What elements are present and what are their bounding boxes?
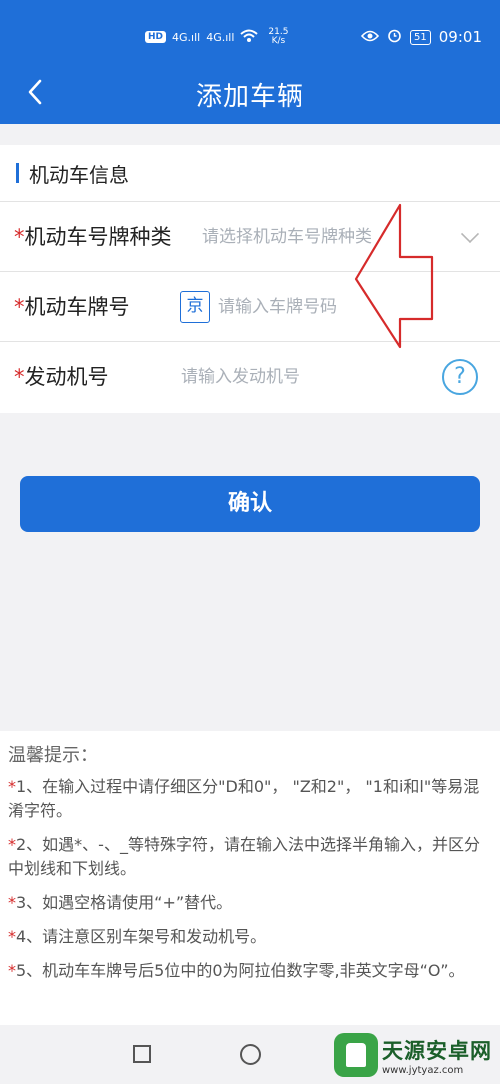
- chevron-down-icon[interactable]: [460, 224, 480, 244]
- tip-text: 2、如遇*、-、_等特殊字符，请在输入法中选择半角输入，并区分中划线和下划线。: [8, 835, 480, 878]
- engine-number-label-text: 发动机号: [24, 365, 109, 389]
- tip-star: *: [8, 927, 16, 946]
- tip-star: *: [8, 835, 16, 854]
- tip-text: 3、如遇空格请使用“+”替代。: [16, 893, 233, 912]
- tip-item: *5、机动车车牌号后5位中的0为阿拉伯数字零,非英文字母“O”。: [8, 959, 490, 983]
- status-left: HD 4G.ıll 4G.ıll 21.5 K/s: [145, 26, 288, 48]
- engine-number-label: *发动机号: [14, 342, 109, 412]
- hd-badge: HD: [145, 31, 167, 43]
- plate-province-prefix[interactable]: 京: [180, 291, 210, 323]
- page-title: 添加车辆: [195, 82, 304, 112]
- tip-item: *1、在输入过程中请仔细区分"D和0"， "Z和2"， "1和i和l"等易混淆字…: [8, 775, 490, 823]
- required-marker: *: [14, 365, 25, 389]
- tips-panel: 温馨提示： *1、在输入过程中请仔细区分"D和0"， "Z和2"， "1和i和l…: [0, 731, 500, 1025]
- tip-text: 4、请注意区别车架号和发动机号。: [16, 927, 267, 946]
- android-logo-icon: [334, 1033, 378, 1077]
- section-title-label: 机动车信息: [29, 162, 129, 187]
- eye-icon: [360, 28, 380, 46]
- section-title: 机动车信息: [16, 161, 129, 187]
- confirm-button[interactable]: 确认: [20, 476, 480, 532]
- clock-time: 09:01: [438, 28, 482, 46]
- wifi-icon: [240, 29, 259, 46]
- watermark-name: 天源安卓网: [382, 1038, 492, 1063]
- tip-item: *2、如遇*、-、_等特殊字符，请在输入法中选择半角输入，并区分中划线和下划线。: [8, 833, 490, 881]
- tip-text: 1、在输入过程中请仔细区分"D和0"， "Z和2"， "1和i和l"等易混淆字符…: [8, 777, 480, 820]
- section-accent-bar: [16, 163, 19, 183]
- alarm-icon: [387, 28, 402, 47]
- watermark: 天源安卓网 www.jytyaz.com: [334, 1033, 492, 1077]
- tip-text: 5、机动车车牌号后5位中的0为阿拉伯数字零,非英文字母“O”。: [16, 961, 465, 980]
- battery-icon: 51: [410, 29, 431, 45]
- tip-star: *: [8, 893, 16, 912]
- plate-type-label: *机动车号牌种类: [14, 202, 172, 272]
- signal-icon: 4G.ıll: [206, 30, 235, 44]
- annotation-arrow-icon: [354, 203, 434, 349]
- plate-number-label-text: 机动车牌号: [24, 295, 130, 319]
- required-marker: *: [14, 295, 25, 319]
- help-icon[interactable]: ?: [442, 359, 478, 395]
- tips-title: 温馨提示：: [8, 745, 98, 766]
- network-speed-unit: K/s: [271, 36, 286, 46]
- tip-star: *: [8, 961, 16, 980]
- tip-star: *: [8, 777, 16, 796]
- tip-item: *4、请注意区别车架号和发动机号。: [8, 925, 490, 949]
- home-button[interactable]: [240, 1044, 261, 1065]
- watermark-text: 天源安卓网 www.jytyaz.com: [382, 1035, 492, 1076]
- required-marker: *: [14, 225, 25, 249]
- tip-item: *3、如遇空格请使用“+”替代。: [8, 891, 490, 915]
- plate-number-label: *机动车牌号: [14, 272, 130, 342]
- watermark-url: www.jytyaz.com: [382, 1064, 464, 1076]
- recents-button[interactable]: [133, 1045, 151, 1063]
- status-right: 51 09:01: [360, 26, 482, 48]
- app-header: 添加车辆: [0, 60, 500, 124]
- plate-type-label-text: 机动车号牌种类: [24, 225, 172, 249]
- system-nav-bar: 天源安卓网 www.jytyaz.com: [0, 1025, 500, 1084]
- network-speed: 21.5 K/s: [268, 28, 288, 46]
- signal-icon: 4G.ıll: [172, 30, 201, 44]
